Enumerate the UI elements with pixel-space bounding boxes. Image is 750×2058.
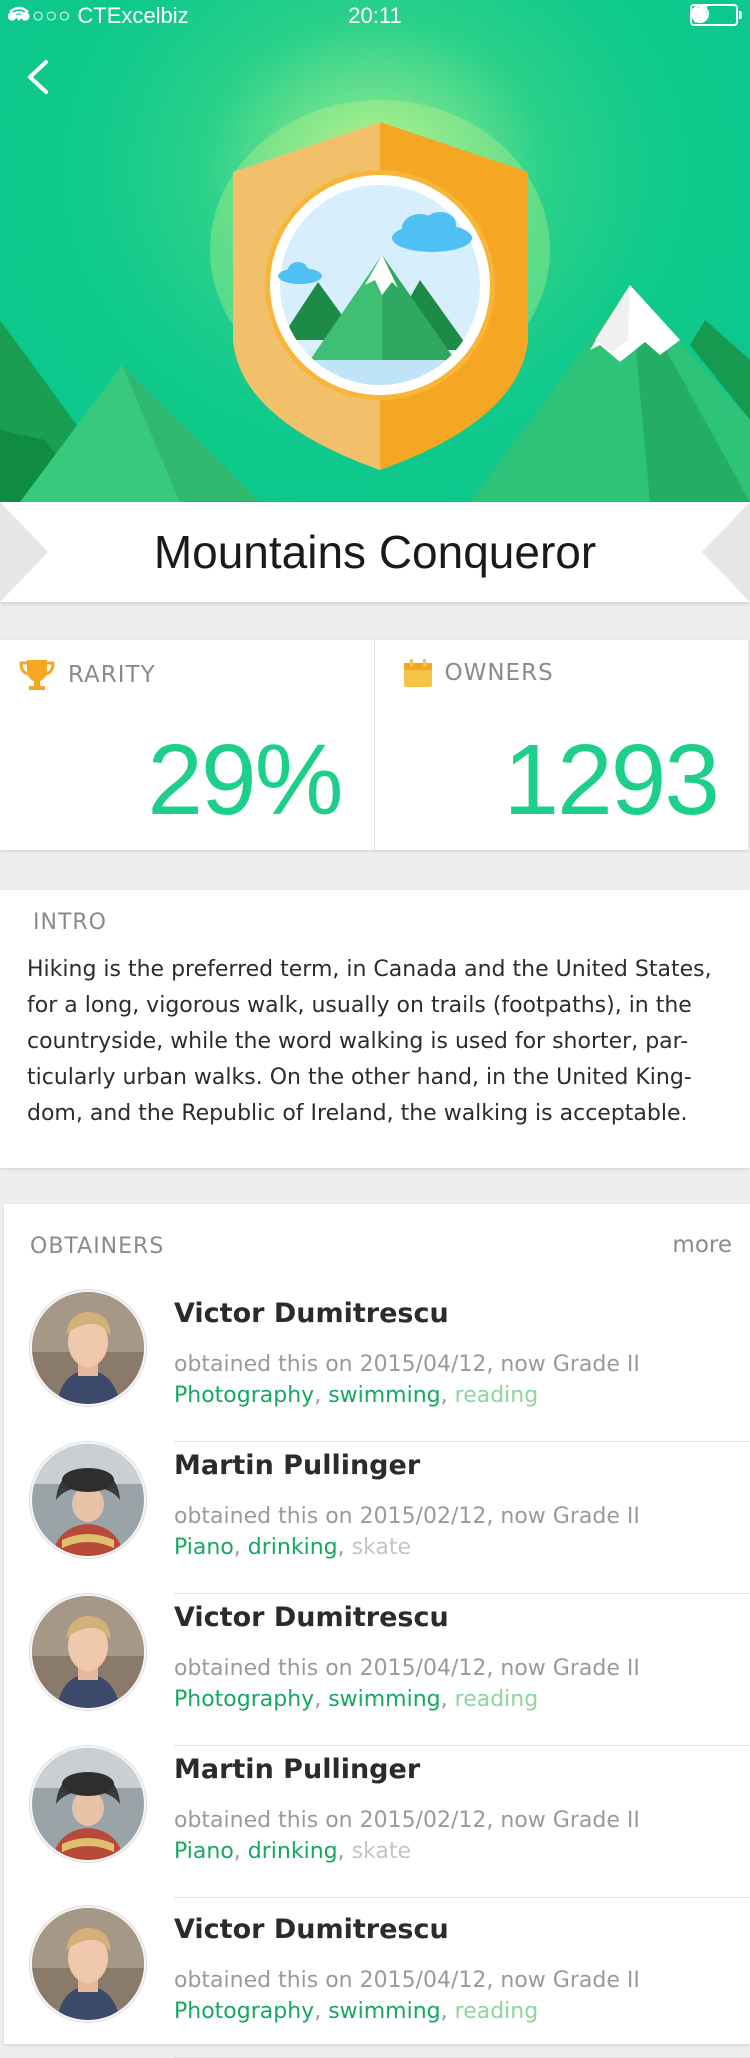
avatar-blond-man [32, 1292, 144, 1404]
obtainer-row[interactable]: Martin Pullinger obtained this on 2015/0… [4, 1442, 750, 1594]
obtainer-tags: Piano, drinking, skate [174, 1839, 412, 1864]
tag[interactable]: Photography [174, 1999, 314, 2024]
obtainer-tags: Photography, swimming, reading [174, 1383, 539, 1408]
avatar-blond-man [32, 1908, 144, 2020]
tag[interactable]: reading [455, 1999, 539, 2024]
status-bar: ●●○○○ CTExcelbiz 20:11 [0, 0, 750, 34]
stat-owners: OWNERS 1293 [373, 640, 749, 850]
stats-card: RARITY 29% OWNERS 1293 [0, 640, 748, 850]
tag[interactable]: reading [455, 1383, 539, 1408]
avatar[interactable] [30, 1746, 146, 1862]
obtainer-meta: obtained this on 2015/02/12, now Grade I… [174, 1504, 640, 1529]
tag[interactable]: drinking [248, 1839, 338, 1864]
tag[interactable]: reading [455, 1687, 539, 1712]
status-time: 20:11 [348, 3, 402, 28]
tag[interactable]: Piano [174, 1839, 234, 1864]
tag[interactable]: skate [352, 1839, 411, 1864]
obtainer-meta: obtained this on 2015/02/12, now Grade I… [174, 1808, 640, 1833]
tag[interactable]: swimming [328, 1687, 440, 1712]
avatar[interactable] [30, 1442, 146, 1558]
stat-owners-label: OWNERS [444, 660, 554, 686]
tag[interactable]: Piano [174, 1535, 234, 1560]
obtainer-name[interactable]: Victor Dumitrescu [174, 1914, 449, 1945]
avatar-blond-man [32, 1596, 144, 1708]
badge-title-ribbon: Mountains Conqueror [0, 502, 750, 602]
intro-card: INTRO Hiking is the preferred term, in C… [0, 890, 750, 1168]
avatar-woman-hat [32, 1748, 144, 1860]
obtainer-row[interactable]: Victor Dumitrescu obtained this on 2015/… [4, 1290, 750, 1442]
obtainer-name[interactable]: Victor Dumitrescu [174, 1602, 449, 1633]
battery-icon [690, 4, 742, 26]
avatar[interactable] [30, 1594, 146, 1710]
tag[interactable]: swimming [328, 1383, 440, 1408]
stat-rarity-value: 29% [147, 724, 343, 836]
obtainer-meta: obtained this on 2015/04/12, now Grade I… [174, 1656, 640, 1681]
obtainer-meta: obtained this on 2015/04/12, now Grade I… [174, 1352, 640, 1377]
stat-rarity: RARITY 29% [0, 640, 374, 850]
tag[interactable]: swimming [328, 1999, 440, 2024]
obtainer-row[interactable]: Martin Pullinger obtained this on 2015/0… [4, 1746, 750, 1898]
obtainer-name[interactable]: Victor Dumitrescu [174, 1298, 449, 1329]
stat-rarity-label-group: RARITY [18, 658, 156, 692]
tag[interactable]: drinking [248, 1535, 338, 1560]
intro-text: Hiking is the preferred term, in Canada … [27, 957, 712, 1126]
intro-heading: INTRO [33, 910, 107, 935]
avatar[interactable] [30, 1906, 146, 2022]
more-link[interactable]: more [672, 1232, 732, 1258]
stat-owners-label-group: OWNERS [403, 658, 554, 688]
obtainer-row[interactable]: Victor Dumitrescu obtained this on 2015/… [4, 1594, 750, 1746]
obtainers-card: OBTAINERS more Victor Dumitrescu obtaine… [4, 1204, 750, 2058]
badge-title: Mountains Conqueror [153, 526, 597, 578]
chevron-left-icon [28, 60, 48, 94]
obtainer-tags: Photography, swimming, reading [174, 1687, 539, 1712]
tag[interactable]: skate [352, 1535, 411, 1560]
obtainer-name[interactable]: Martin Pullinger [174, 1450, 420, 1481]
calendar-icon [403, 659, 432, 687]
trophy-icon [19, 660, 55, 690]
row-divider [174, 1897, 750, 1898]
avatar[interactable] [30, 1290, 146, 1406]
obtainer-meta: obtained this on 2015/04/12, now Grade I… [174, 1968, 640, 1993]
back-button[interactable] [18, 52, 58, 102]
obtainer-name[interactable]: Martin Pullinger [174, 1754, 420, 1785]
stat-owners-value: 1293 [503, 724, 720, 836]
shield-badge-icon [233, 122, 528, 470]
tag[interactable]: Photography [174, 1383, 314, 1408]
obtainer-row[interactable]: Victor Dumitrescu obtained this on 2015/… [4, 1906, 750, 2058]
obtainer-tags: Piano, drinking, skate [174, 1535, 412, 1560]
hero-illustration [0, 100, 750, 502]
obtainer-tags: Photography, swimming, reading [174, 1999, 539, 2024]
obtainers-heading: OBTAINERS [30, 1234, 165, 1259]
tag[interactable]: Photography [174, 1687, 314, 1712]
hero-banner: ●●○○○ CTExcelbiz 20:11 [0, 0, 750, 502]
stat-rarity-label: RARITY [68, 662, 156, 688]
avatar-woman-hat [32, 1444, 144, 1556]
